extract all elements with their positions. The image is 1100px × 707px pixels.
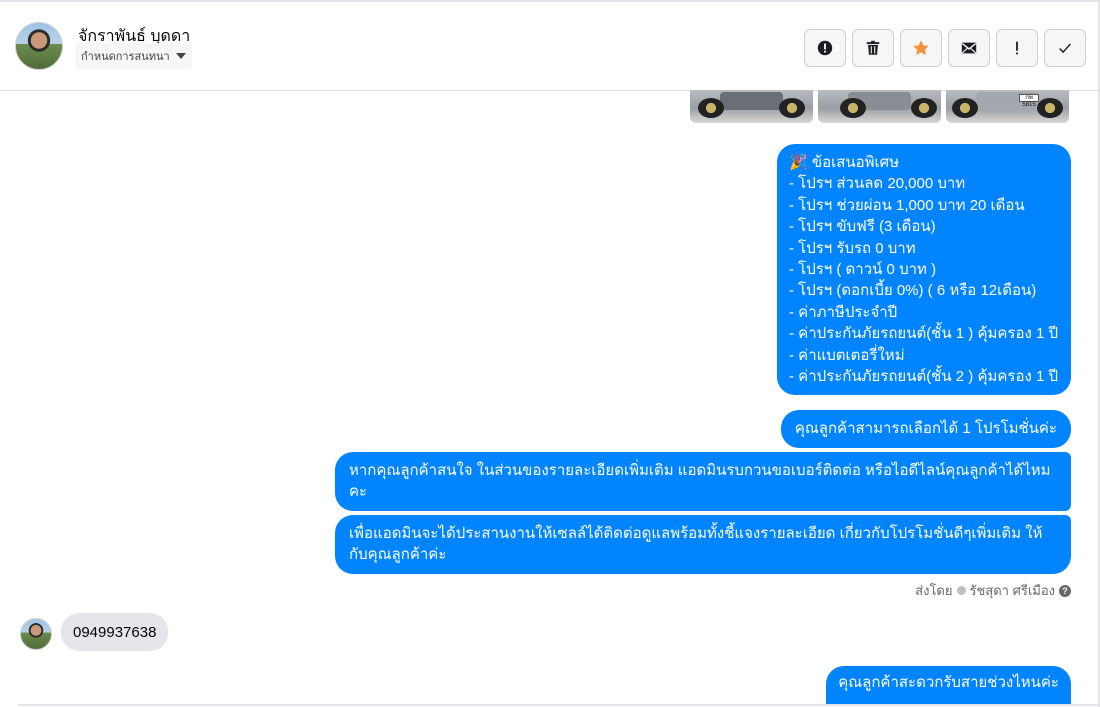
contact-avatar[interactable]	[15, 22, 63, 70]
chevron-down-icon	[175, 53, 186, 59]
header-actions	[804, 29, 1086, 67]
offer-line: - ค่าแบตเตอรี่ใหม่	[789, 346, 905, 364]
message-ask-time[interactable]: คุณลูกค้าสะดวกรับสายช่วงไหนค่ะ	[826, 666, 1071, 704]
offer-line: 🎉 ข้อเสนอพิเศษ	[789, 154, 900, 171]
offer-line: - ค่าประกันภัยรถยนต์(ชั้น 1 ) คุ้มครอง 1…	[789, 325, 1059, 343]
offer-line: - โปรฯ ช่วยผ่อน 1,000 บาท 20 เดือน	[789, 196, 1025, 214]
composer-divider	[18, 704, 1098, 706]
message-coordinate-sales[interactable]: เพื่อแอดมินจะได้ประสานงานให้เซลล์ได้ติดต…	[335, 515, 1071, 574]
car-body	[720, 92, 783, 110]
offer-line: - ค่าภาษีประจำปี	[789, 303, 898, 321]
car-photo-1[interactable]	[690, 90, 813, 123]
offer-line: - โปรฯ (ดอกเบี้ย 0%) ( 6 หรือ 12เดือน)	[789, 282, 1037, 300]
check-icon	[1059, 43, 1071, 54]
mark-unread-button[interactable]	[948, 29, 990, 67]
agent-icon	[956, 586, 966, 595]
help-icon[interactable]: ?	[1059, 584, 1071, 597]
license-plate: กพ 5815	[1019, 94, 1039, 108]
car-wheel	[779, 98, 805, 118]
incoming-avatar[interactable]	[20, 618, 52, 650]
car-wheel	[840, 98, 866, 118]
assign-conversation-label: กำหนดการสนทนา	[81, 51, 170, 63]
car-wheel	[952, 98, 978, 118]
offer-line: - โปรฯ ขับฟรี (3 เดือน)	[789, 218, 936, 236]
delete-button[interactable]	[852, 29, 894, 67]
car-photo-2[interactable]	[818, 90, 941, 123]
sent-by-info: ส่งโดย รัชสุดา ศรีเมือง ?	[915, 580, 1071, 601]
message-choose-one[interactable]: คุณลูกค้าสามารถเลือกได้ 1 โปรโมชั่นค่ะ	[780, 410, 1071, 448]
car-wheel	[1037, 98, 1063, 118]
alert-circle-icon	[817, 40, 833, 56]
car-wheel	[911, 98, 937, 118]
assign-conversation-dropdown[interactable]: กำหนดการสนทนา	[75, 43, 192, 69]
message-incoming-phone[interactable]: 0949937638	[61, 613, 169, 651]
envelope-icon	[961, 42, 977, 54]
follow-up-button[interactable]	[996, 29, 1038, 67]
offer-line: - โปรฯ รับรถ 0 บาท	[789, 239, 916, 257]
star-icon	[913, 40, 929, 56]
spam-button[interactable]	[804, 29, 846, 67]
offer-line: - โปรฯ ( ดาวน์ 0 บาท )	[789, 261, 937, 279]
exclamation-icon	[1016, 41, 1018, 55]
offer-message[interactable]: 🎉 ข้อเสนอพิเศษ - โปรฯ ส่วนลด 20,000 บาท …	[777, 144, 1071, 396]
car-wheel	[698, 98, 724, 118]
conversation-header: จักราพันธ์ บุดดา กำหนดการสนทนา	[0, 2, 1098, 91]
sent-by-name[interactable]: รัชสุดา ศรีเมือง	[970, 580, 1056, 601]
star-button[interactable]	[900, 29, 942, 67]
car-photo-3[interactable]: กพ 5815	[946, 90, 1069, 123]
message-ask-contact[interactable]: หากคุณลูกค้าสนใจ ในส่วนของรายละเอียดเพิ่…	[335, 452, 1071, 511]
offer-line: - โปรฯ ส่วนลด 20,000 บาท	[789, 175, 966, 193]
offer-line: - ค่าประกันภัยรถยนต์(ชั้น 2 ) คุ้มครอง 1…	[789, 368, 1059, 386]
sent-by-label: ส่งโดย	[915, 583, 953, 598]
done-button[interactable]	[1044, 29, 1086, 67]
trash-icon	[866, 40, 880, 55]
